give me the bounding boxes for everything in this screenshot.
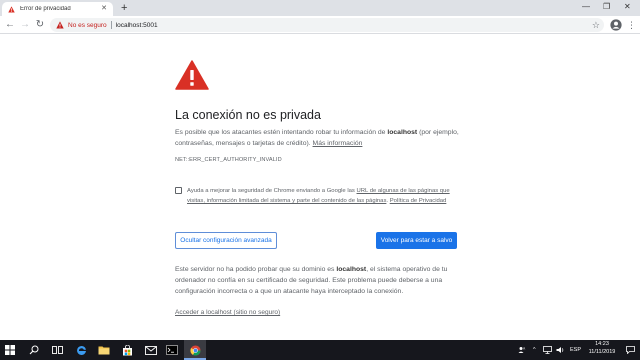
warning-triangle-icon: [8, 5, 15, 13]
terminal-icon[interactable]: [166, 344, 178, 356]
menu-kebab-icon[interactable]: ⋮: [627, 18, 636, 32]
tray-people-icon[interactable]: R: [518, 340, 526, 360]
proceed-unsafe-link[interactable]: Acceder a localhost (sitio no seguro): [175, 309, 280, 316]
safe-browsing-checkbox[interactable]: [175, 187, 182, 194]
browser-toolbar: ← → ↻ No es seguro localhost:5001 ☆: [0, 16, 640, 34]
close-tab-icon[interactable]: ✕: [101, 5, 107, 12]
notifications-icon[interactable]: [626, 340, 635, 360]
taskbar-clock[interactable]: 14:23 11/11/2019: [585, 341, 619, 356]
edge-browser-icon[interactable]: [75, 344, 87, 356]
chrome-icon[interactable]: [189, 344, 201, 356]
new-tab-icon[interactable]: +: [121, 2, 127, 14]
error-code: NET::ERR_CERT_AUTHORITY_INVALID: [175, 157, 282, 163]
task-view-icon[interactable]: [51, 344, 63, 356]
minimize-icon[interactable]: —: [582, 1, 590, 13]
store-icon[interactable]: [121, 344, 133, 356]
more-info-link[interactable]: Más información: [313, 140, 363, 147]
show-hidden-icons-chevron-icon[interactable]: ^: [533, 340, 536, 360]
address-bar[interactable]: No es seguro localhost:5001 ☆: [50, 18, 604, 32]
bookmark-star-icon[interactable]: ☆: [592, 18, 600, 32]
checkbox-label: Ayuda a mejorar la seguridad de Chrome e…: [187, 186, 462, 206]
privacy-policy-link[interactable]: Política de Privacidad: [390, 198, 447, 204]
mail-icon[interactable]: [145, 344, 157, 356]
volume-icon[interactable]: [556, 340, 565, 360]
intro-paragraph: Es posible que los atacantes estén inten…: [175, 127, 465, 149]
tab-strip: Error de privacidad ✕ + — ❐ ✕: [0, 0, 640, 16]
back-to-safety-button[interactable]: Volver para estar a salvo: [376, 232, 457, 249]
not-secure-label[interactable]: No es seguro: [68, 22, 107, 29]
not-secure-warning-icon: [56, 21, 64, 29]
svg-text:R: R: [523, 347, 525, 351]
url-text[interactable]: localhost:5001: [116, 22, 158, 29]
restore-icon[interactable]: ❐: [603, 1, 610, 13]
intro-text: Es posible que los atacantes estén inten…: [175, 129, 388, 136]
large-warning-icon: [175, 60, 209, 90]
tab-title: Error de privacidad: [20, 6, 71, 12]
profile-avatar-icon[interactable]: [610, 19, 622, 31]
reload-icon[interactable]: ↻: [33, 18, 47, 32]
network-icon[interactable]: [543, 340, 552, 360]
intro-host: localhost: [387, 129, 418, 136]
tab-privacy-error[interactable]: Error de privacidad ✕: [2, 2, 113, 16]
details-host: localhost: [336, 266, 367, 273]
details-paragraph: Este servidor no ha podido probar que su…: [175, 264, 465, 297]
search-icon[interactable]: [28, 344, 40, 356]
back-arrow-icon[interactable]: ←: [3, 18, 17, 32]
hide-advanced-button[interactable]: Ocultar configuración avanzada: [175, 232, 277, 249]
clock-date: 11/11/2019: [588, 348, 616, 355]
omnibox-divider: [110, 21, 112, 29]
window-close-icon[interactable]: ✕: [624, 1, 631, 13]
forward-arrow-icon[interactable]: →: [18, 18, 32, 32]
clock-time: 14:23: [595, 341, 609, 347]
checkbox-text: Ayuda a mejorar la seguridad de Chrome e…: [187, 188, 357, 194]
input-language[interactable]: ESP: [570, 340, 581, 360]
windows-start-icon[interactable]: [4, 344, 16, 356]
details-text: Este servidor no ha podido probar que su…: [175, 266, 337, 273]
file-explorer-icon[interactable]: [98, 344, 110, 356]
page-title: La conexión no es privada: [175, 108, 321, 122]
